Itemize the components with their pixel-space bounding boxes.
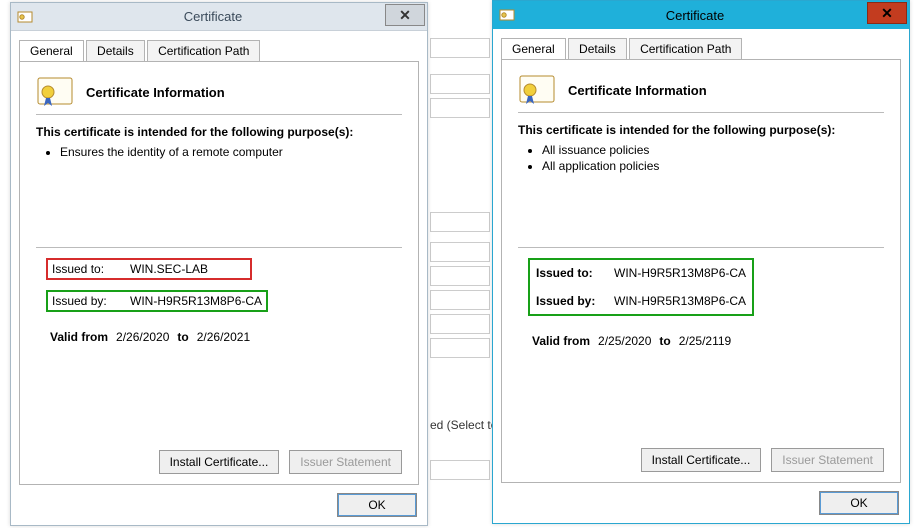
issued-highlight-group: Issued to: WIN-H9R5R13M8P6-CA Issued by:… (528, 258, 754, 316)
tab-panel-general: Certificate Information This certificate… (19, 61, 419, 485)
certificate-icon (36, 76, 76, 108)
close-icon: ✕ (881, 5, 893, 22)
tab-panel-general: Certificate Information This certificate… (501, 59, 901, 483)
dialog-body: General Details Certification Path Certi… (19, 39, 419, 485)
issued-by-value: WIN-H9R5R13M8P6-CA (130, 294, 262, 308)
issuer-statement-button: Issuer Statement (771, 448, 884, 472)
certificate-window-icon (17, 9, 33, 25)
titlebar[interactable]: Certificate ✕ (493, 1, 909, 29)
purpose-intro: This certificate is intended for the fol… (36, 125, 402, 139)
divider (36, 247, 402, 248)
tab-certification-path[interactable]: Certification Path (147, 40, 260, 61)
window-title: Certificate (39, 9, 427, 24)
close-icon: ✕ (399, 7, 411, 24)
tab-general[interactable]: General (501, 38, 566, 59)
tab-general[interactable]: General (19, 40, 84, 61)
tab-strip: General Details Certification Path (501, 37, 901, 59)
valid-to-value: 2/25/2119 (679, 334, 732, 348)
divider (518, 112, 884, 113)
install-certificate-button[interactable]: Install Certificate... (641, 448, 762, 472)
close-button[interactable]: ✕ (867, 2, 907, 24)
valid-to-value: 2/26/2021 (197, 330, 250, 344)
certificate-information-heading: Certificate Information (568, 83, 707, 98)
tab-certification-path[interactable]: Certification Path (629, 38, 742, 59)
purpose-list: Ensures the identity of a remote compute… (60, 145, 402, 159)
tab-strip: General Details Certification Path (19, 39, 419, 61)
purpose-item: All application policies (542, 159, 884, 173)
purpose-list: All issuance policies All application po… (542, 143, 884, 173)
valid-to-label: to (659, 334, 670, 348)
certificate-dialog-right: Certificate ✕ General Details Certificat… (492, 0, 910, 524)
divider (518, 247, 884, 248)
titlebar[interactable]: Certificate ✕ (11, 3, 427, 31)
ok-button[interactable]: OK (337, 493, 417, 517)
certificate-information-heading: Certificate Information (86, 85, 225, 100)
install-certificate-button[interactable]: Install Certificate... (159, 450, 280, 474)
valid-from-value: 2/25/2020 (598, 334, 651, 348)
issued-by-highlight: Issued by: WIN-H9R5R13M8P6-CA (46, 290, 268, 312)
ok-button[interactable]: OK (819, 491, 899, 515)
issued-by-label: Issued by: (536, 294, 606, 308)
valid-from-label: Valid from (50, 330, 108, 344)
purpose-item: All issuance policies (542, 143, 884, 157)
purpose-intro: This certificate is intended for the fol… (518, 123, 884, 137)
valid-to-label: to (177, 330, 188, 344)
issued-by-label: Issued by: (52, 294, 122, 308)
issued-to-value: WIN-H9R5R13M8P6-CA (614, 266, 746, 280)
certificate-dialog-left: Certificate ✕ General Details Certificat… (10, 2, 428, 526)
tab-details[interactable]: Details (86, 40, 145, 61)
divider (36, 114, 402, 115)
dialog-body: General Details Certification Path Certi… (501, 37, 901, 483)
window-title: Certificate (521, 8, 909, 23)
certificate-window-icon (499, 7, 515, 23)
valid-from-value: 2/26/2020 (116, 330, 169, 344)
valid-from-label: Valid from (532, 334, 590, 348)
issuer-statement-button: Issuer Statement (289, 450, 402, 474)
issued-by-value: WIN-H9R5R13M8P6-CA (614, 294, 746, 308)
purpose-item: Ensures the identity of a remote compute… (60, 145, 402, 159)
close-button[interactable]: ✕ (385, 4, 425, 26)
tab-details[interactable]: Details (568, 38, 627, 59)
certificate-icon (518, 74, 558, 106)
issued-to-value: WIN.SEC-LAB (130, 262, 208, 276)
issued-to-label: Issued to: (536, 266, 606, 280)
issued-to-label: Issued to: (52, 262, 122, 276)
issued-to-highlight: Issued to: WIN.SEC-LAB (46, 258, 252, 280)
